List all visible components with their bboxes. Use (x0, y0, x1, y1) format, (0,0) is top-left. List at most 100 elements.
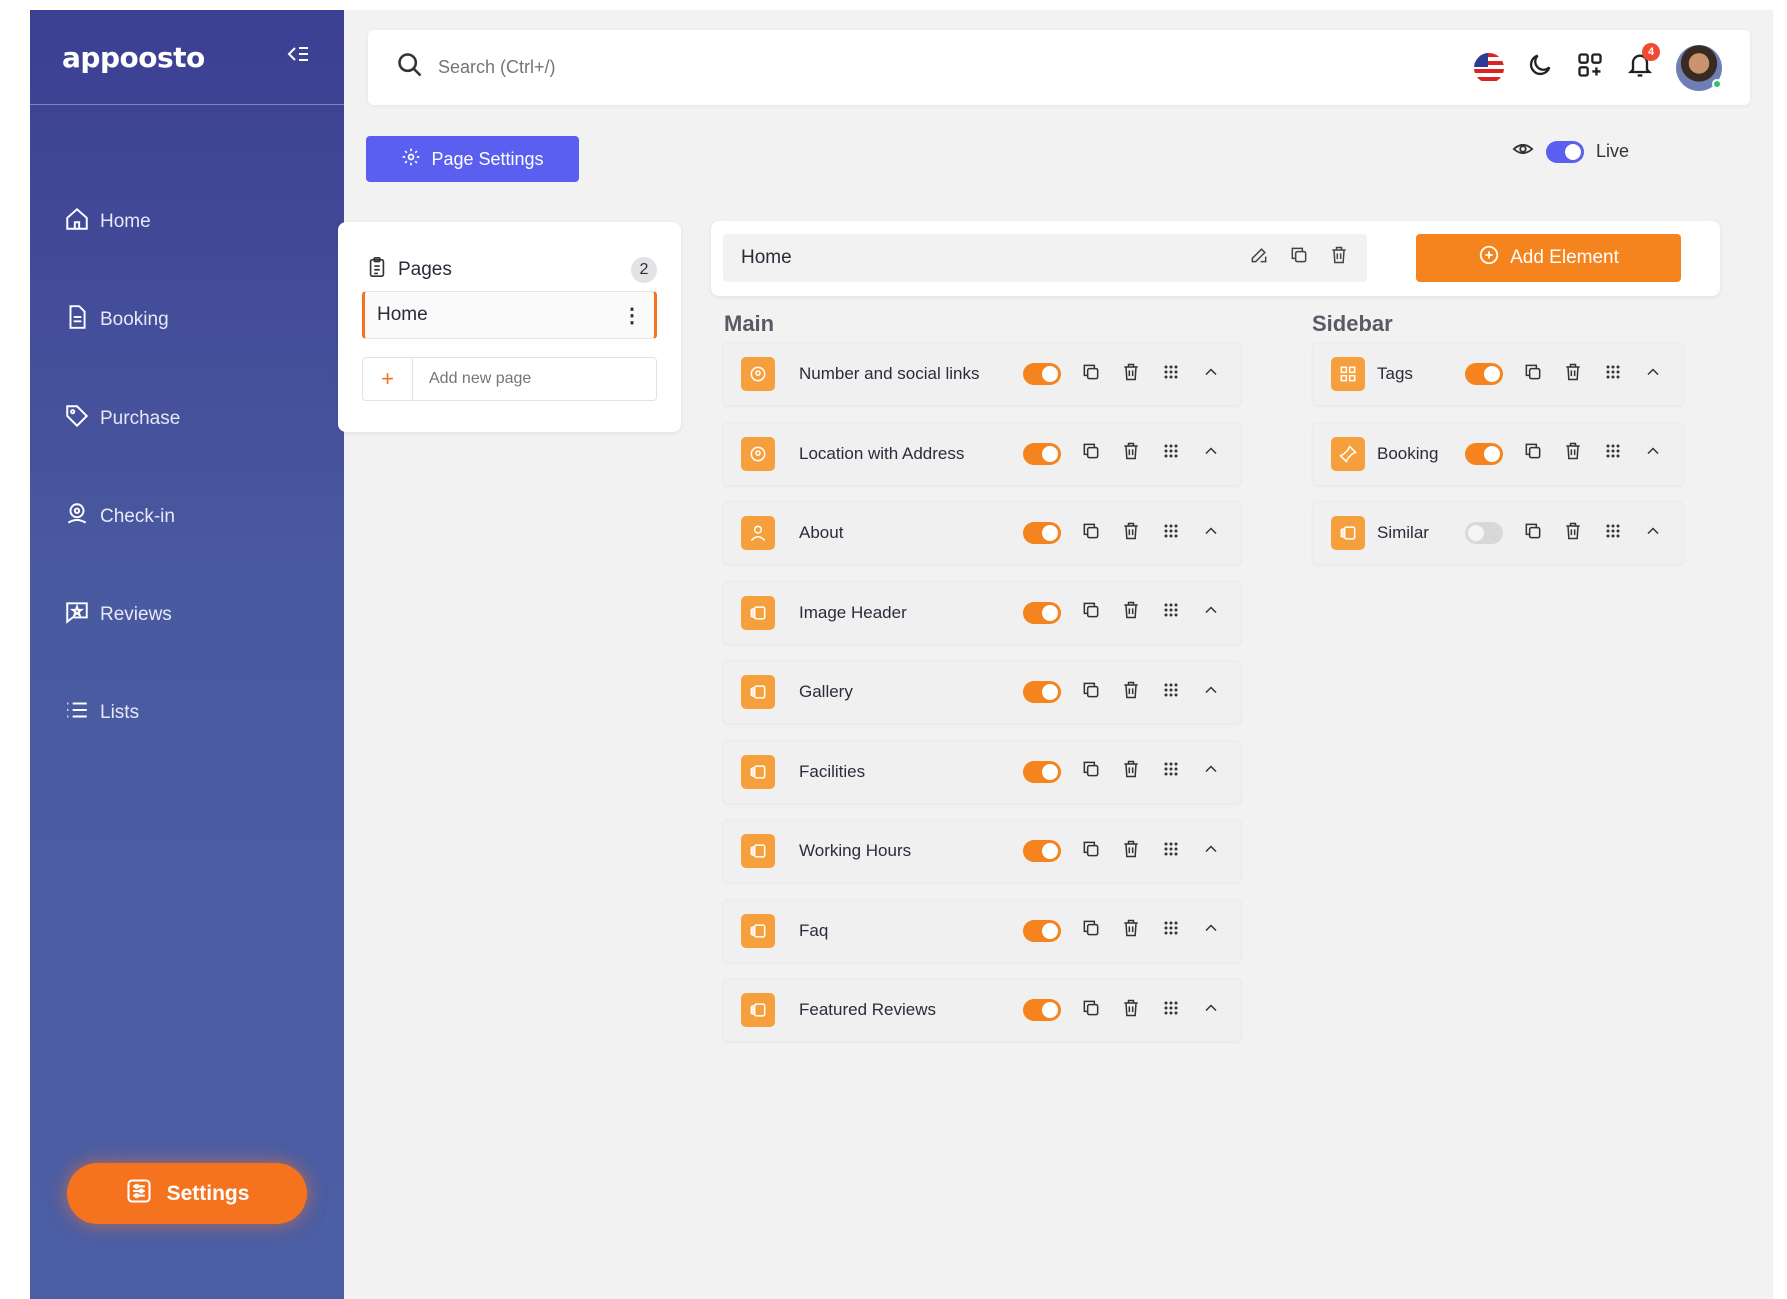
element-visibility-toggle[interactable] (1023, 760, 1061, 783)
trash-icon[interactable] (1121, 441, 1141, 466)
trash-icon[interactable] (1563, 362, 1583, 387)
drag-handle-icon[interactable] (1161, 759, 1181, 784)
app-logo[interactable]: appoosto (62, 41, 205, 74)
copy-icon[interactable] (1523, 362, 1543, 387)
element-visibility-toggle[interactable] (1465, 363, 1503, 385)
copy-icon[interactable] (1081, 362, 1101, 387)
trash-icon[interactable] (1121, 680, 1141, 705)
trash-icon[interactable] (1121, 918, 1141, 943)
element-visibility-toggle[interactable] (1023, 681, 1061, 703)
trash-icon[interactable] (1121, 998, 1141, 1023)
drag-handle-icon[interactable] (1161, 680, 1181, 705)
search-icon[interactable] (396, 51, 424, 84)
copy-icon[interactable] (1081, 441, 1101, 466)
element-visibility-toggle[interactable] (1023, 999, 1061, 1021)
chevron-up-icon[interactable] (1643, 521, 1663, 546)
element-visibility-toggle[interactable] (1023, 601, 1061, 624)
element-visibility-toggle[interactable] (1023, 442, 1061, 465)
element-row[interactable]: Number and social links (722, 342, 1242, 406)
sidebar-item-purchase[interactable]: Purchase (64, 403, 180, 435)
chevron-up-icon[interactable] (1201, 441, 1221, 466)
element-row[interactable]: Facilities (722, 739, 1242, 804)
chevron-up-icon[interactable] (1201, 680, 1221, 705)
element-row[interactable]: Tags (1312, 342, 1684, 406)
notification-bell-icon[interactable]: 4 (1626, 43, 1660, 84)
chevron-up-icon[interactable] (1643, 441, 1663, 466)
trash-icon[interactable] (1121, 521, 1141, 546)
drag-handle-icon[interactable] (1603, 521, 1623, 546)
drag-handle-icon[interactable] (1161, 839, 1181, 864)
chevron-up-icon[interactable] (1201, 521, 1221, 546)
trash-icon[interactable] (1329, 245, 1349, 271)
element-row[interactable]: Location with Address (722, 421, 1242, 486)
element-visibility-toggle[interactable] (1465, 522, 1503, 544)
trash-icon[interactable] (1563, 521, 1583, 546)
copy-icon[interactable] (1081, 600, 1101, 625)
element-row[interactable]: Booking (1312, 421, 1684, 486)
element-row[interactable]: Working Hours (722, 819, 1242, 883)
chevron-up-icon[interactable] (1643, 362, 1663, 387)
drag-handle-icon[interactable] (1161, 918, 1181, 943)
drag-handle-icon[interactable] (1161, 521, 1181, 546)
drag-handle-icon[interactable] (1161, 441, 1181, 466)
element-visibility-toggle[interactable] (1023, 840, 1061, 862)
element-visibility-toggle[interactable] (1023, 363, 1061, 385)
element-visibility-toggle[interactable] (1023, 522, 1061, 544)
chevron-up-icon[interactable] (1201, 759, 1221, 784)
element-row[interactable]: Similar (1312, 501, 1684, 565)
apps-grid-icon[interactable] (1576, 51, 1604, 84)
chevron-up-icon[interactable] (1201, 839, 1221, 864)
drag-handle-icon[interactable] (1161, 600, 1181, 625)
copy-icon[interactable] (1081, 680, 1101, 705)
chevron-up-icon[interactable] (1201, 998, 1221, 1023)
drag-handle-icon[interactable] (1603, 441, 1623, 466)
copy-icon[interactable] (1289, 245, 1309, 271)
add-page-input[interactable] (429, 370, 629, 388)
element-row[interactable]: Image Header (722, 580, 1242, 645)
add-element-button[interactable]: Add Element (1416, 234, 1681, 282)
eye-icon[interactable] (1512, 138, 1534, 165)
live-toggle[interactable] (1546, 140, 1584, 163)
dark-mode-moon-icon[interactable] (1526, 51, 1554, 84)
trash-icon[interactable] (1563, 441, 1583, 466)
trash-icon[interactable] (1121, 759, 1141, 784)
drag-handle-icon[interactable] (1161, 998, 1181, 1023)
drag-handle-icon[interactable] (1161, 362, 1181, 387)
element-row[interactable]: Faq (722, 898, 1242, 963)
kebab-menu-icon[interactable]: ⋮ (622, 303, 642, 328)
chevron-up-icon[interactable] (1201, 362, 1221, 387)
add-page-button[interactable]: + (363, 358, 413, 400)
page-name-field[interactable]: Home (723, 234, 1367, 282)
page-list-item-home[interactable]: Home ⋮ (362, 291, 657, 339)
trash-icon[interactable] (1121, 839, 1141, 864)
edit-icon[interactable] (1249, 245, 1269, 271)
us-flag-icon[interactable] (1474, 52, 1504, 83)
sidebar-item-lists[interactable]: Lists (64, 697, 139, 729)
element-visibility-toggle[interactable] (1465, 442, 1503, 465)
element-visibility-toggle[interactable] (1023, 919, 1061, 942)
copy-icon[interactable] (1523, 521, 1543, 546)
copy-icon[interactable] (1081, 998, 1101, 1023)
chevron-up-icon[interactable] (1201, 918, 1221, 943)
sidebar-item-reviews[interactable]: Reviews (64, 599, 172, 631)
sidebar-item-check-in[interactable]: Check-in (64, 501, 175, 533)
trash-icon[interactable] (1121, 600, 1141, 625)
collapse-sidebar-icon[interactable] (284, 44, 312, 70)
copy-icon[interactable] (1523, 441, 1543, 466)
user-avatar[interactable] (1676, 44, 1722, 91)
copy-icon[interactable] (1081, 918, 1101, 943)
chevron-up-icon[interactable] (1201, 600, 1221, 625)
trash-icon[interactable] (1121, 362, 1141, 387)
element-row[interactable]: About (722, 501, 1242, 565)
page-settings-button[interactable]: Page Settings (366, 136, 579, 182)
settings-button[interactable]: Settings (67, 1163, 307, 1224)
element-row[interactable]: Gallery (722, 660, 1242, 724)
search-input[interactable] (438, 57, 1038, 78)
copy-icon[interactable] (1081, 759, 1101, 784)
copy-icon[interactable] (1081, 839, 1101, 864)
drag-handle-icon[interactable] (1603, 362, 1623, 387)
element-row[interactable]: Featured Reviews (722, 978, 1242, 1042)
copy-icon[interactable] (1081, 521, 1101, 546)
sidebar-item-booking[interactable]: Booking (64, 304, 169, 336)
sidebar-item-home[interactable]: Home (64, 206, 151, 238)
